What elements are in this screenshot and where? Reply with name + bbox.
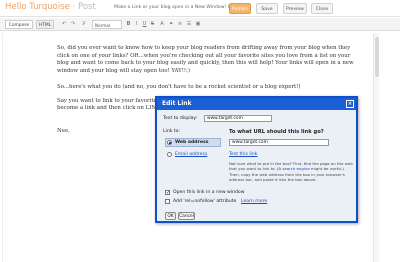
undo-icon[interactable]: ↶ <box>60 20 68 29</box>
image-icon[interactable]: ▣ <box>194 20 202 29</box>
ok-button[interactable]: OK <box>165 212 176 220</box>
editor-scrollbar[interactable] <box>373 33 379 262</box>
list-icon[interactable]: ☰ <box>185 20 193 29</box>
redo-icon[interactable]: ↷ <box>69 20 77 29</box>
text-to-display-label: Text to display: <box>163 116 198 121</box>
paragraph-next: Nee, <box>57 128 70 134</box>
learn-more-link[interactable]: Learn more <box>241 199 267 204</box>
align-icon[interactable]: ≡ <box>176 20 184 29</box>
search-engine-link[interactable]: search engine <box>282 166 309 171</box>
nofollow-checkbox[interactable] <box>165 199 170 204</box>
top-bar: Hello Turquoise · Post Make a Link or yo… <box>0 0 400 17</box>
url-heading: To what URL should this link go? <box>229 129 324 135</box>
email-address-radio[interactable] <box>167 152 172 157</box>
post-title: Hello Turquoise · Post <box>5 2 96 12</box>
text-color-icon[interactable]: A <box>158 20 166 29</box>
url-input[interactable]: www.target.com <box>229 139 329 146</box>
web-address-label: Web address <box>175 140 209 145</box>
post-kind: Post <box>78 2 96 12</box>
help-text: Not sure what to put in the box? First, … <box>229 161 355 183</box>
dialog-title: Edit Link <box>157 98 356 110</box>
email-address-label[interactable]: Email address <box>175 152 207 157</box>
font-family-icon[interactable]: F <box>79 20 89 29</box>
test-link[interactable]: Test this link <box>229 152 257 157</box>
new-window-checkbox[interactable]: ✓ <box>165 190 170 196</box>
paragraph-intro: So, did you ever want to know how to kee… <box>57 45 354 74</box>
nofollow-label: Add 'rel=nofollow' attribute <box>173 199 237 204</box>
link-to-label: Link to: <box>163 129 181 134</box>
post-status-hint: Make a Link or your blog open in a New W… <box>114 5 231 10</box>
tab-compose[interactable]: Compose <box>5 20 33 29</box>
title-separator: · <box>72 2 76 12</box>
post-title-text: Hello Turquoise <box>5 2 70 12</box>
cancel-button[interactable]: Cancel <box>178 212 195 220</box>
save-button[interactable]: Save <box>256 3 278 14</box>
new-window-label: Open this link in a new window <box>173 190 245 195</box>
underline-icon[interactable]: U <box>141 20 148 29</box>
dialog-close-icon[interactable]: × <box>346 100 354 108</box>
scroll-thumb[interactable] <box>375 37 379 77</box>
preview-button[interactable]: Preview <box>283 3 307 14</box>
editor-toolbar: Compose HTML ↶ ↷ F Normal B I U S A ⚭ ≡ … <box>0 18 400 31</box>
web-address-radio[interactable] <box>167 140 172 145</box>
italic-icon[interactable]: I <box>133 20 140 29</box>
paragraph-how-to: So...here's what you do (and no, you don… <box>57 84 301 90</box>
paragraph-link-line-2: become a link and then click on LIN <box>57 105 156 111</box>
strikethrough-icon[interactable]: S <box>149 20 156 29</box>
link-icon[interactable]: ⚭ <box>167 20 175 29</box>
tab-html[interactable]: HTML <box>36 20 54 29</box>
font-size-select[interactable]: Normal <box>92 20 122 29</box>
bold-icon[interactable]: B <box>125 20 132 29</box>
text-to-display-input[interactable]: www.target.com <box>204 115 272 122</box>
close-button[interactable]: Close <box>311 3 333 14</box>
publish-button[interactable]: Publish <box>229 3 251 14</box>
edit-link-dialog: Edit Link × Text to display: www.target.… <box>155 96 358 223</box>
